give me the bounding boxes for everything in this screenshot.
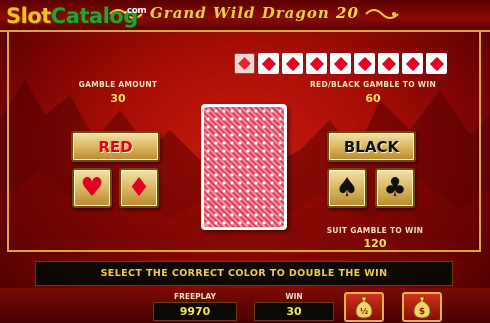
money-bag-icon: $ [413, 296, 431, 319]
history-card [354, 53, 375, 74]
suit-gamble-value: 120 [363, 237, 387, 250]
history-card [282, 53, 303, 74]
swirl-ornament-right [365, 9, 399, 19]
freeplay-label: FREEPLAY [174, 292, 216, 301]
svg-text:$: $ [419, 307, 425, 317]
card-back-pattern [204, 107, 284, 227]
history-card [426, 53, 447, 74]
logo-slot: Slot [6, 4, 51, 28]
history-card [378, 53, 399, 74]
game-title-number: 20 [336, 4, 359, 22]
history-card [330, 53, 351, 74]
win-label: WIN [285, 292, 303, 301]
diamond-icon [357, 56, 372, 71]
money-bag-half-icon: ½ [355, 296, 373, 319]
heart-icon: ♥ [80, 173, 104, 203]
history-card [258, 53, 279, 74]
history-card [402, 53, 423, 74]
spade-icon: ♠ [335, 173, 359, 203]
collect-button[interactable]: $ [402, 292, 442, 322]
slotcatalog-logo: SlotCatalog .com [6, 4, 147, 28]
heart-button[interactable]: ♥ [72, 168, 112, 208]
gamble-amount-value: 30 [110, 92, 126, 105]
svg-text:½: ½ [360, 306, 368, 316]
suit-gamble-label: SUIT GAMBLE TO WIN [326, 226, 424, 235]
logo-suffix: .com [124, 6, 147, 16]
message-bar: SELECT THE CORRECT COLOR TO DOUBLE THE W… [35, 261, 453, 286]
spade-button[interactable]: ♠ [327, 168, 367, 208]
diamond-button[interactable]: ♦ [119, 168, 159, 208]
red-black-gamble-label: RED/BLACK GAMBLE TO WIN [309, 80, 437, 89]
card-history [234, 53, 447, 75]
club-button[interactable]: ♣ [375, 168, 415, 208]
freeplay-value: 9970 [153, 302, 237, 321]
diamond-icon: ♦ [127, 173, 151, 203]
diamond-icon [405, 56, 420, 71]
win-value: 30 [254, 302, 334, 321]
diamond-icon [238, 57, 251, 70]
diamond-icon [309, 56, 324, 71]
red-black-gamble-value: 60 [365, 92, 381, 105]
half-gamble-button[interactable]: ½ [344, 292, 384, 322]
history-card [306, 53, 327, 74]
diamond-icon [285, 56, 300, 71]
diamond-icon [381, 56, 396, 71]
face-down-card [201, 104, 287, 230]
history-card [234, 53, 255, 74]
black-button[interactable]: BLACK [327, 131, 416, 162]
red-button[interactable]: RED [71, 131, 160, 162]
diamond-icon [333, 56, 348, 71]
diamond-icon [261, 56, 276, 71]
game-title-text: Grand Wild Dragon [150, 4, 330, 22]
club-icon: ♣ [383, 173, 407, 203]
diamond-icon [429, 56, 444, 71]
gamble-amount-label: GAMBLE AMOUNT [78, 80, 158, 89]
